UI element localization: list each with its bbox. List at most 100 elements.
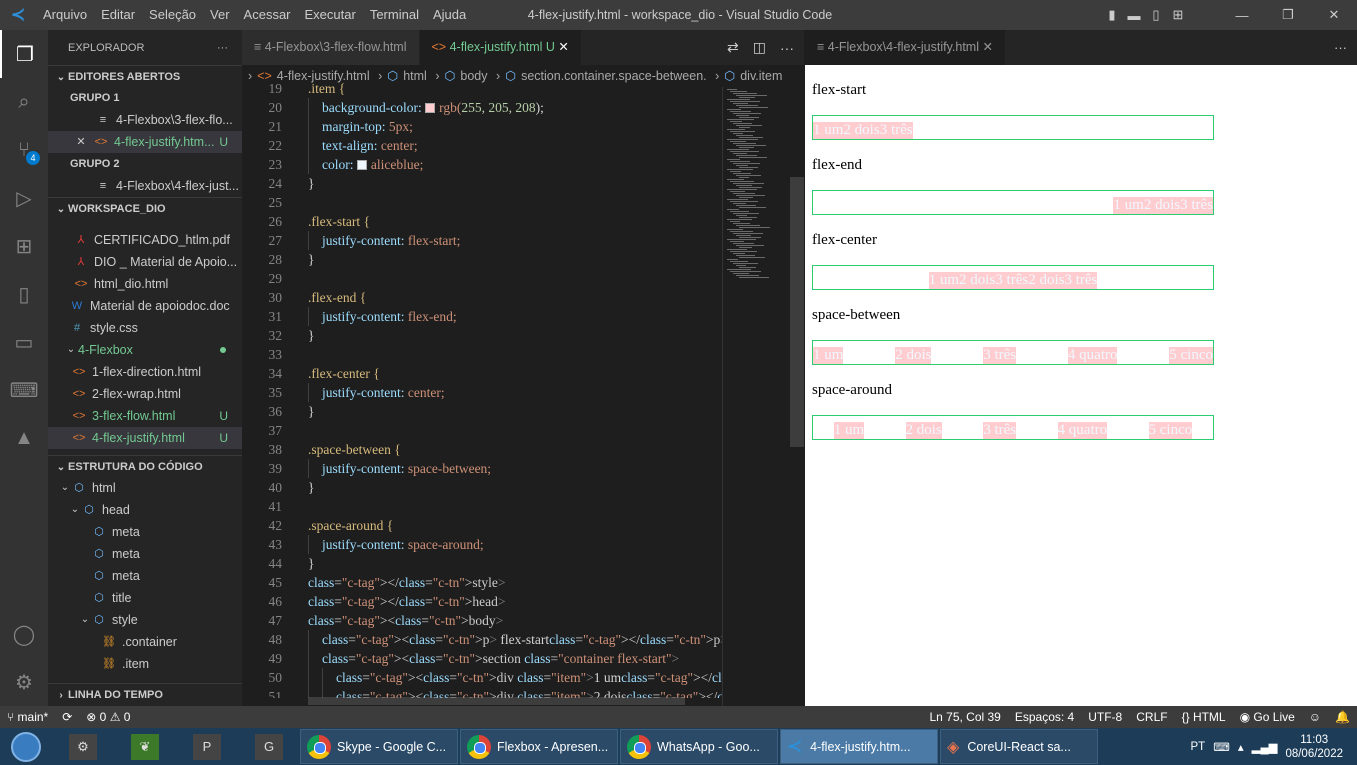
outline-item[interactable]: ⬡ meta [48, 543, 242, 565]
taskbar-whatsapp-chrome[interactable]: WhatsApp - Goo... [620, 729, 778, 764]
tray-arrow-icon[interactable]: ▴ [1238, 740, 1244, 754]
open-editors-section[interactable]: ⌄ EDITORES ABERTOS [48, 65, 242, 87]
menu-item[interactable]: Seleção [142, 0, 203, 30]
clock[interactable]: 11:03 08/06/2022 [1285, 733, 1343, 761]
open-changes-icon[interactable]: ⇄ [727, 39, 739, 56]
remote-explorer-icon[interactable]: ▯ [0, 270, 48, 318]
taskbar-skype-chrome[interactable]: Skype - Google C... [300, 729, 458, 764]
extensions-icon[interactable]: ⊞ [0, 222, 48, 270]
outline-item[interactable]: ⬡ title [48, 587, 242, 609]
preview-paragraph: flex-end [812, 157, 862, 173]
end-of-line[interactable]: CRLF [1129, 710, 1174, 724]
taskbar-vscode[interactable]: ≺ 4-flex-justify.htm... [780, 729, 938, 764]
close-tab-icon[interactable]: ✕ [982, 40, 992, 54]
menu-item[interactable]: Terminal [363, 0, 426, 30]
code-area[interactable]: 19 .item {20 background-color: rgb(255, 20… [242, 79, 722, 698]
language-mode[interactable]: {} HTML [1175, 710, 1233, 724]
pinned-g-app[interactable]: G [238, 728, 300, 765]
outline-item[interactable]: ⛓ .item [48, 653, 242, 675]
menu-item[interactable]: Editar [94, 0, 142, 30]
open-editor-item[interactable]: ≡ 4-Flexbox\3-flex-flo... [48, 109, 242, 131]
go-live-button[interactable]: ◉ Go Live [1233, 710, 1302, 724]
close-tab-icon[interactable]: ✕ [558, 40, 568, 54]
taskbar-coreui[interactable]: ◈ CoreUI-React sa... [940, 729, 1098, 764]
source-control-icon[interactable]: ⑂ 4 [0, 126, 48, 174]
keyboard-icon[interactable]: ⌨ [1213, 740, 1230, 754]
outline-item[interactable]: ⌄ ⬡ style [48, 609, 242, 631]
split-editor-icon[interactable]: ◫ [753, 39, 766, 56]
outline-item[interactable]: ⌄ ⬡ head [48, 499, 242, 521]
file-item-active[interactable]: <> 4-flex-justify.html U [48, 427, 242, 449]
more-actions-icon[interactable]: ··· [1334, 40, 1357, 55]
cursor-position[interactable]: Ln 75, Col 39 [922, 710, 1007, 724]
horizontal-scrollbar[interactable] [308, 697, 685, 705]
file-item[interactable]: <> 3-flex-flow.html U [48, 405, 242, 427]
feedback-icon[interactable]: ☺ [1302, 710, 1328, 724]
taskbar-flexbox-chrome[interactable]: Flexbox - Apresen... [460, 729, 618, 764]
minimize-button[interactable]: — [1219, 8, 1265, 23]
line-number: 41 [268, 499, 283, 514]
file-item[interactable]: W Material de apoiodoc.doc [48, 295, 242, 317]
minimap[interactable] [722, 87, 790, 706]
more-actions-icon[interactable]: ··· [780, 40, 794, 56]
layout-sidebar-icon[interactable]: ▮ [1101, 7, 1123, 23]
file-item[interactable]: # style.css [48, 317, 242, 339]
tab-4-flex-justify[interactable]: <> 4-flex-justify.html U ✕ [419, 30, 582, 65]
settings-gear-icon[interactable]: ⚙ [0, 658, 48, 706]
outline-item[interactable]: ⛓ .container [48, 631, 242, 653]
angular-icon[interactable]: ▲ [0, 414, 48, 462]
layout-secondary-icon[interactable]: ▯ [1145, 7, 1167, 23]
network-icon[interactable]: ▂▄▆ [1252, 740, 1278, 754]
maximize-button[interactable]: ❐ [1265, 7, 1311, 23]
pinned-leaf-app[interactable]: ❦ [114, 728, 176, 765]
open-editor-item-active[interactable]: ✕ <> 4-flex-justify.htm... U [48, 131, 242, 153]
tab-preview[interactable]: ≡ 4-Flexbox\4-flex-justify.html ✕ [805, 30, 1005, 65]
notifications-icon[interactable]: 🔔 [1328, 710, 1357, 724]
close-icon[interactable]: ✕ [74, 131, 88, 153]
browser-icon[interactable]: ▭ [0, 318, 48, 366]
timeline-section[interactable]: › LINHA DO TEMPO [48, 683, 242, 705]
close-window-button[interactable]: ✕ [1311, 7, 1357, 23]
layout-panel-icon[interactable]: ▬ [1123, 8, 1145, 23]
minimap-line [736, 115, 749, 116]
file-item[interactable]: ⅄ DIO _ Material de Apoio... [48, 251, 242, 273]
problems-status[interactable]: ⊗ 0 ⚠ 0 [79, 710, 137, 724]
search-icon[interactable]: ⌕ [0, 78, 48, 126]
minimap-line [727, 269, 751, 270]
start-button[interactable] [0, 728, 52, 765]
outline-item[interactable]: ⬡ meta [48, 521, 242, 543]
html-file-icon: <> [431, 40, 450, 54]
indentation[interactable]: Espaços: 4 [1008, 710, 1081, 724]
pinned-settings-app[interactable]: ⚙ [52, 728, 114, 765]
branch-status[interactable]: ⑂ main* [0, 710, 55, 724]
customize-layout-icon[interactable]: ⊞ [1167, 7, 1189, 23]
folder-item[interactable]: ⌄ 4-Flexbox [48, 339, 242, 361]
more-actions-icon[interactable]: ··· [217, 42, 228, 54]
menu-item[interactable]: Ajuda [426, 0, 473, 30]
outline-item[interactable]: ⌄ ⬡ html [48, 477, 242, 499]
breadcrumb-item[interactable]: div.item [740, 69, 782, 83]
file-item[interactable]: <> 1-flex-direction.html [48, 361, 242, 383]
menu-item[interactable]: Ver [203, 0, 237, 30]
file-item[interactable]: ⅄ CERTIFICADO_htlm.pdf [48, 229, 242, 251]
vertical-scrollbar[interactable] [790, 177, 804, 447]
terminal-icon[interactable]: ⌨ [0, 366, 48, 414]
minimap-line [736, 265, 746, 266]
file-item[interactable]: <> html_dio.html [48, 273, 242, 295]
explorer-icon[interactable]: ❐ [0, 30, 48, 78]
file-item[interactable]: <> 2-flex-wrap.html [48, 383, 242, 405]
tab-3-flex-flow[interactable]: ≡ 4-Flexbox\3-flex-flow.html [242, 30, 420, 65]
encoding[interactable]: UTF-8 [1081, 710, 1129, 724]
menu-item[interactable]: Acessar [237, 0, 298, 30]
run-debug-icon[interactable]: ▷ [0, 174, 48, 222]
menu-item[interactable]: Arquivo [36, 0, 94, 30]
sync-icon[interactable]: ⟳ [55, 710, 79, 724]
menu-item[interactable]: Executar [298, 0, 363, 30]
outline-section[interactable]: ⌄ ESTRUTURA DO CÓDIGO [48, 455, 242, 477]
outline-item[interactable]: ⬡ meta [48, 565, 242, 587]
accounts-icon[interactable]: ◯ [0, 610, 48, 658]
pinned-p-app[interactable]: P [176, 728, 238, 765]
open-editor-item[interactable]: ≡ 4-Flexbox\4-flex-just... [48, 175, 242, 197]
language-indicator[interactable]: PT [1191, 741, 1206, 753]
workspace-section[interactable]: ⌄ WORKSPACE_DIO [48, 197, 242, 219]
